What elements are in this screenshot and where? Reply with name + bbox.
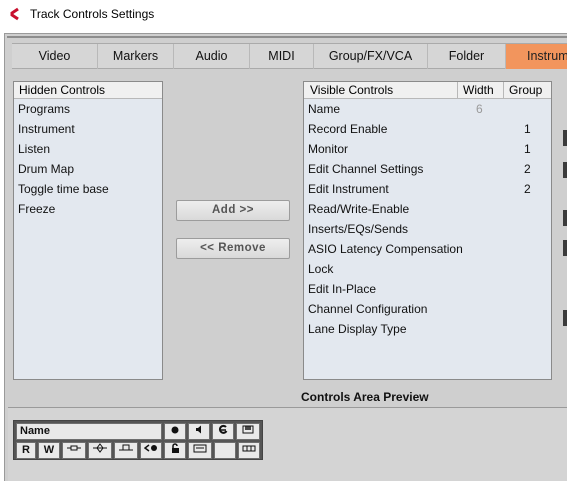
inserts-icon bbox=[67, 445, 81, 451]
table-row[interactable]: Name 6 bbox=[304, 99, 551, 119]
lane-display-type-button[interactable] bbox=[238, 442, 260, 459]
lanes-icon bbox=[242, 445, 256, 452]
offscreen-control bbox=[563, 130, 567, 146]
row-group: 2 bbox=[524, 182, 531, 196]
window-title: Track Controls Settings bbox=[30, 7, 155, 21]
row-name: Lane Display Type bbox=[308, 322, 407, 336]
monitor-button[interactable] bbox=[188, 423, 210, 440]
row-name: ASIO Latency Compensation bbox=[308, 242, 463, 256]
hidden-controls-list[interactable]: Hidden Controls Programs Instrument List… bbox=[13, 81, 163, 380]
eq-icon bbox=[93, 443, 107, 453]
row-name: Lock bbox=[308, 262, 334, 276]
column-divider bbox=[503, 82, 504, 99]
list-item[interactable]: Listen bbox=[14, 139, 50, 159]
title-bar: Track Controls Settings bbox=[0, 0, 567, 30]
add-button[interactable]: Add >> bbox=[176, 200, 290, 221]
tab-midi[interactable]: MIDI bbox=[250, 44, 314, 69]
eq-button[interactable] bbox=[88, 442, 112, 459]
inserts-button[interactable] bbox=[62, 442, 86, 459]
table-row[interactable]: Edit Channel Settings 2 bbox=[304, 159, 551, 179]
table-row[interactable]: Lane Display Type bbox=[304, 319, 551, 339]
sends-button[interactable] bbox=[114, 442, 138, 459]
edit-channel-icon bbox=[218, 424, 227, 434]
channel-configuration-button[interactable] bbox=[214, 442, 236, 459]
tab-bar: Video Markers Audio MIDI Group/FX/VCA Fo… bbox=[12, 43, 567, 69]
latency-compensation-button[interactable] bbox=[140, 442, 162, 459]
table-row[interactable]: Record Enable 1 bbox=[304, 119, 551, 139]
row-name: Edit Instrument bbox=[308, 182, 389, 196]
row-group: 1 bbox=[524, 142, 531, 156]
column-header-name[interactable]: Visible Controls bbox=[310, 82, 393, 99]
tab-audio[interactable]: Audio bbox=[174, 44, 250, 69]
tab-group-fx-vca[interactable]: Group/FX/VCA bbox=[314, 44, 428, 69]
row-name: Name bbox=[308, 102, 341, 116]
track-preview: Name R W bbox=[13, 420, 263, 460]
cubase-logo-icon bbox=[10, 7, 19, 21]
table-row[interactable]: Read/Write-Enable bbox=[304, 199, 551, 219]
edit-in-place-button[interactable] bbox=[188, 442, 212, 459]
preview-label: Controls Area Preview bbox=[301, 390, 429, 404]
list-item[interactable]: Toggle time base bbox=[14, 179, 109, 199]
list-item[interactable]: Programs bbox=[14, 99, 70, 119]
list-item[interactable]: Drum Map bbox=[14, 159, 74, 179]
record-enable-button[interactable] bbox=[164, 423, 186, 440]
name-field[interactable]: Name bbox=[16, 423, 162, 440]
offscreen-control bbox=[563, 310, 567, 326]
visible-controls-header: Visible Controls Width Group bbox=[304, 82, 551, 99]
lock-icon bbox=[172, 443, 179, 453]
sends-icon bbox=[119, 444, 133, 451]
dialog-edge bbox=[7, 36, 567, 38]
row-group: 2 bbox=[524, 162, 531, 176]
edit-channel-button[interactable] bbox=[212, 423, 234, 440]
row-name: Edit In-Place bbox=[308, 282, 377, 296]
tab-markers[interactable]: Markers bbox=[98, 44, 174, 69]
visible-controls-list[interactable]: Visible Controls Width Group Name 6 Reco… bbox=[303, 81, 552, 380]
record-icon bbox=[171, 426, 179, 434]
speaker-icon bbox=[196, 425, 201, 434]
table-row[interactable]: ASIO Latency Compensation bbox=[304, 239, 551, 259]
row-name: Channel Configuration bbox=[308, 302, 428, 316]
keyboard-icon bbox=[242, 425, 254, 434]
row-name: Inserts/EQs/Sends bbox=[308, 222, 409, 236]
row-width: 6 bbox=[476, 102, 483, 116]
tab-folder[interactable]: Folder bbox=[428, 44, 506, 69]
lock-button[interactable] bbox=[164, 442, 186, 459]
table-row[interactable]: Lock bbox=[304, 259, 551, 279]
read-button[interactable]: R bbox=[16, 442, 36, 459]
row-name: Read/Write-Enable bbox=[308, 202, 410, 216]
write-button[interactable]: W bbox=[38, 442, 60, 459]
row-name: Record Enable bbox=[308, 122, 388, 136]
remove-button[interactable]: << Remove bbox=[176, 238, 290, 259]
offscreen-control bbox=[563, 240, 567, 256]
column-header-width[interactable]: Width bbox=[463, 82, 494, 99]
row-name: Edit Channel Settings bbox=[308, 162, 424, 176]
list-item[interactable]: Instrument bbox=[14, 119, 75, 139]
table-row[interactable]: Edit In-Place bbox=[304, 279, 551, 299]
tab-video[interactable]: Video bbox=[12, 44, 98, 69]
table-row[interactable]: Monitor 1 bbox=[304, 139, 551, 159]
latency-icon bbox=[143, 444, 157, 452]
table-row[interactable]: Channel Configuration bbox=[304, 299, 551, 319]
edit-instrument-button[interactable] bbox=[236, 423, 260, 440]
list-item[interactable]: Freeze bbox=[14, 199, 55, 219]
offscreen-control bbox=[563, 162, 567, 178]
table-row[interactable]: Inserts/EQs/Sends bbox=[304, 219, 551, 239]
table-row[interactable]: Edit Instrument 2 bbox=[304, 179, 551, 199]
column-header-group[interactable]: Group bbox=[509, 82, 542, 99]
edit-in-place-icon bbox=[193, 444, 207, 453]
offscreen-control bbox=[563, 210, 567, 226]
row-group: 1 bbox=[524, 122, 531, 136]
tab-instrument[interactable]: Instrum bbox=[506, 44, 567, 69]
column-divider bbox=[457, 82, 458, 99]
hidden-controls-header: Hidden Controls bbox=[14, 82, 162, 99]
row-name: Monitor bbox=[308, 142, 349, 156]
